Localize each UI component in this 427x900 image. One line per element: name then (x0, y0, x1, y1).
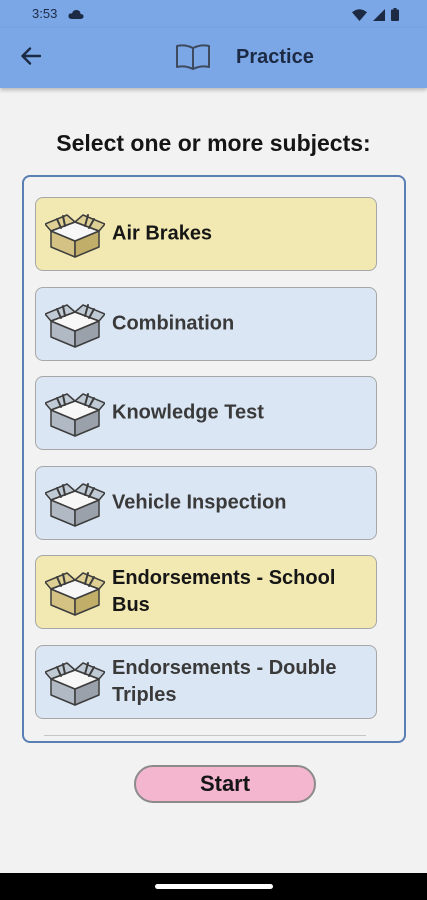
list-divider (44, 735, 366, 736)
box-icon (45, 300, 105, 350)
subject-label: Vehicle Inspection (112, 491, 287, 514)
arrow-left-icon (21, 46, 42, 70)
signal-icon (373, 8, 385, 26)
subject-label: Endorsements - School Bus (112, 567, 336, 616)
subject-item-air-brakes[interactable]: Air Brakes (35, 197, 377, 271)
app-bar: Practice (0, 28, 427, 88)
navigation-bar (0, 873, 427, 900)
subject-item-vehicle-inspection[interactable]: Vehicle Inspection (35, 466, 377, 540)
instruction-heading: Select one or more subjects: (56, 130, 371, 156)
battery-icon (391, 8, 399, 26)
subject-label: Combination (112, 312, 235, 335)
open-book-icon (175, 43, 211, 76)
back-button[interactable] (16, 43, 46, 73)
subject-item-double-triples[interactable]: Endorsements - Double Triples (35, 645, 377, 719)
subject-label: Knowledge Test (112, 401, 264, 424)
box-icon (45, 389, 105, 439)
status-time: 3:53 (32, 6, 58, 21)
box-icon (45, 479, 105, 529)
box-icon (45, 210, 105, 260)
cloud-icon (68, 7, 84, 25)
subject-list[interactable]: Air Brakes Combination Knowledge Test Ve… (22, 175, 406, 743)
subject-label: Endorsements - Double Triples (112, 657, 337, 706)
box-icon (45, 658, 105, 708)
home-gesture-handle[interactable] (155, 884, 273, 889)
start-button[interactable]: Start (134, 765, 316, 803)
subject-item-combination[interactable]: Combination (35, 287, 377, 361)
status-icons (352, 8, 399, 26)
box-icon (45, 568, 105, 618)
wifi-icon (352, 8, 367, 26)
subject-item-knowledge-test[interactable]: Knowledge Test (35, 376, 377, 450)
subject-item-school-bus[interactable]: Endorsements - School Bus (35, 555, 377, 629)
page-title: Practice (236, 46, 314, 68)
status-bar: 3:53 (0, 0, 427, 28)
subject-label: Air Brakes (112, 222, 213, 245)
